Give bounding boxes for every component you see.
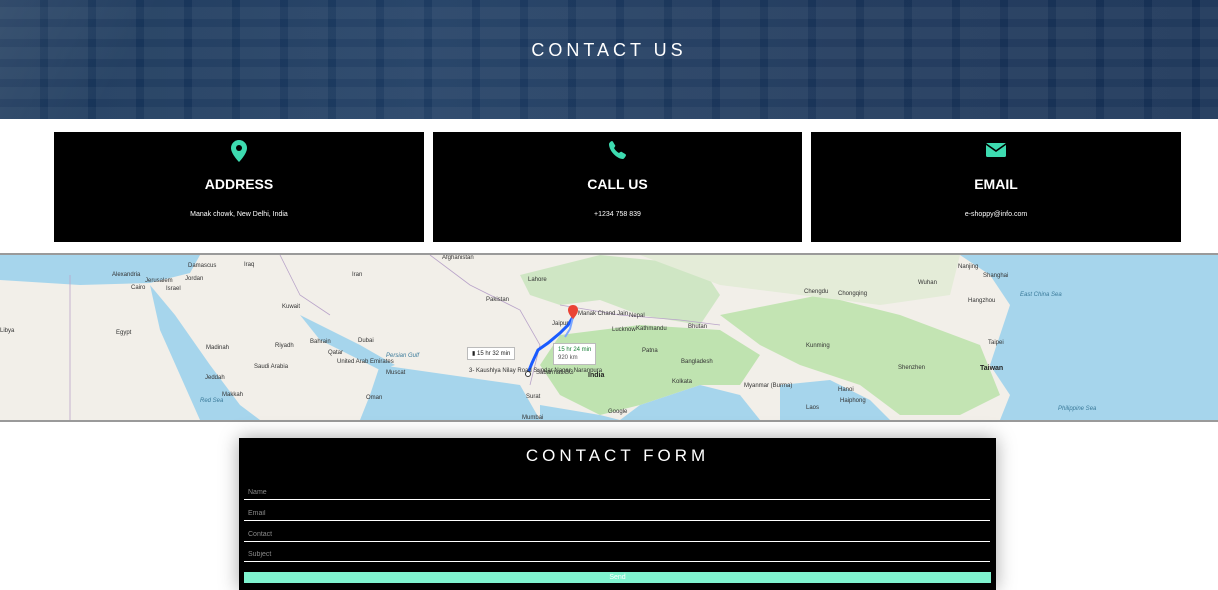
map-label-damascus: Damascus [188,263,217,269]
map-label-makkah: Makkah [222,392,244,398]
embedded-map[interactable]: Alexandria Cairo Jerusalem Damascus Isra… [0,253,1218,422]
map-label-muscat: Muscat [386,370,406,376]
map-label-sabarmati: Sabarmati BG [536,370,574,376]
map-marker-icon [54,140,424,162]
map-label-shenzhen: Shenzhen [898,365,926,371]
contact-form: CONTACT FORM Send [239,438,996,590]
map-label-persian-gulf: Persian Gulf [386,353,420,359]
map-label-surat: Surat [526,394,541,400]
map-label-iraq: Iraq [244,262,255,268]
route-alt-distance: 920 km [558,355,578,361]
map-label-chengdu: Chengdu [804,289,829,295]
email-text: e-shoppy@info.com [964,211,1028,218]
map-label-kolkata: Kolkata [672,379,693,385]
map-label-red-sea: Red Sea [200,398,224,404]
map-label-google: Google [608,409,628,415]
email-card: EMAIL e-shoppy@info.com [811,132,1181,242]
map-label-taipei: Taipei [988,340,1004,346]
map-label-bhutan: Bhutan [688,324,708,330]
map-label-afghanistan: Afghanistan [442,255,474,261]
hero-banner: CONTACT US [0,0,1218,119]
map-label-dubai: Dubai [358,338,374,344]
address-text: Manak chowk, New Delhi, India [190,211,288,218]
map-label-patna: Patna [642,348,658,354]
map-label-hanoi: Hanoi [838,387,854,393]
route-alt-time: 15 hr 24 min [558,347,592,353]
map-label-kathmandu: Kathmandu [636,326,667,332]
route-primary-box[interactable]: ▮ 15 hr 32 min [467,347,516,360]
map-label-kuwait: Kuwait [282,304,301,310]
address-title: ADDRESS [204,176,274,192]
map-label-kunming: Kunming [806,343,830,349]
map-label-myanmar: Myanmar (Burma) [744,383,793,389]
map-label-lahore: Lahore [528,277,547,283]
map-label-chongqing: Chongqing [838,291,868,297]
map-label-madinah: Madinah [206,345,230,351]
call-text: +1234 758 839 [594,211,641,218]
email-title: EMAIL [974,176,1018,192]
map-label-iran: Iran [352,272,363,278]
address-card: ADDRESS Manak chowk, New Delhi, India [54,132,424,242]
map-label-jeddah: Jeddah [205,375,225,381]
map-label-libya: Libya [0,328,15,334]
map-label-riyadh: Riyadh [275,343,294,349]
map-label-uae: United Arab Emirates [337,359,394,365]
map-label-haiphong: Haiphong [840,398,866,404]
map-label-east-china-sea: East China Sea [1020,292,1062,298]
map-label-taiwan: Taiwan [980,365,1004,372]
map-label-qatar: Qatar [328,350,344,356]
map-label-bangladesh: Bangladesh [681,359,713,365]
map-label-destination: Manak Chand Jain [578,311,629,317]
map-label-egypt: Egypt [116,330,132,336]
map-label-nanjing: Nanjing [958,264,979,270]
map-label-jerusalem: Jerusalem [145,278,173,284]
name-field[interactable] [244,486,990,500]
envelope-icon [811,140,1181,160]
map-label-oman: Oman [366,395,383,401]
map-label-wuhan: Wuhan [918,280,937,286]
map-label-jaipur: Jaipur [552,321,569,327]
route-alt-box[interactable]: 15 hr 24 min 920 km [553,343,597,365]
send-button[interactable]: Send [244,572,991,583]
call-title: CALL US [587,176,648,192]
call-card: CALL US +1234 758 839 [433,132,802,242]
route-primary-time: 15 hr 32 min [476,351,511,357]
map-label-jordan: Jordan [185,276,204,282]
form-title: CONTACT FORM [525,446,710,465]
map-label-laos: Laos [806,405,820,411]
map-label-hangzhou: Hangzhou [968,298,996,304]
map-label-saudi: Saudi Arabia [254,364,289,370]
map-label-bahrain: Bahrain [310,339,331,345]
map-label-israel: Israel [166,286,181,292]
map-label-mumbai: Mumbai [522,415,544,421]
map-label-alexandria: Alexandria [112,272,141,278]
map-label-lucknow: Lucknow [612,327,636,333]
map-label-pakistan: Pakistan [486,297,510,303]
map-label-cairo: Cairo [131,285,146,291]
page-title: CONTACT US [531,40,687,60]
map-label-shanghai: Shanghai [983,273,1009,279]
contact-field[interactable] [244,528,990,542]
car-icon: ▮ [472,351,476,357]
map-label-nepal: Nepal [629,313,645,319]
email-field[interactable] [244,507,990,521]
subject-field[interactable] [244,548,990,562]
map-graphic [0,255,1218,420]
map-label-philippine-sea: Philippine Sea [1058,406,1097,412]
phone-icon [433,140,802,160]
